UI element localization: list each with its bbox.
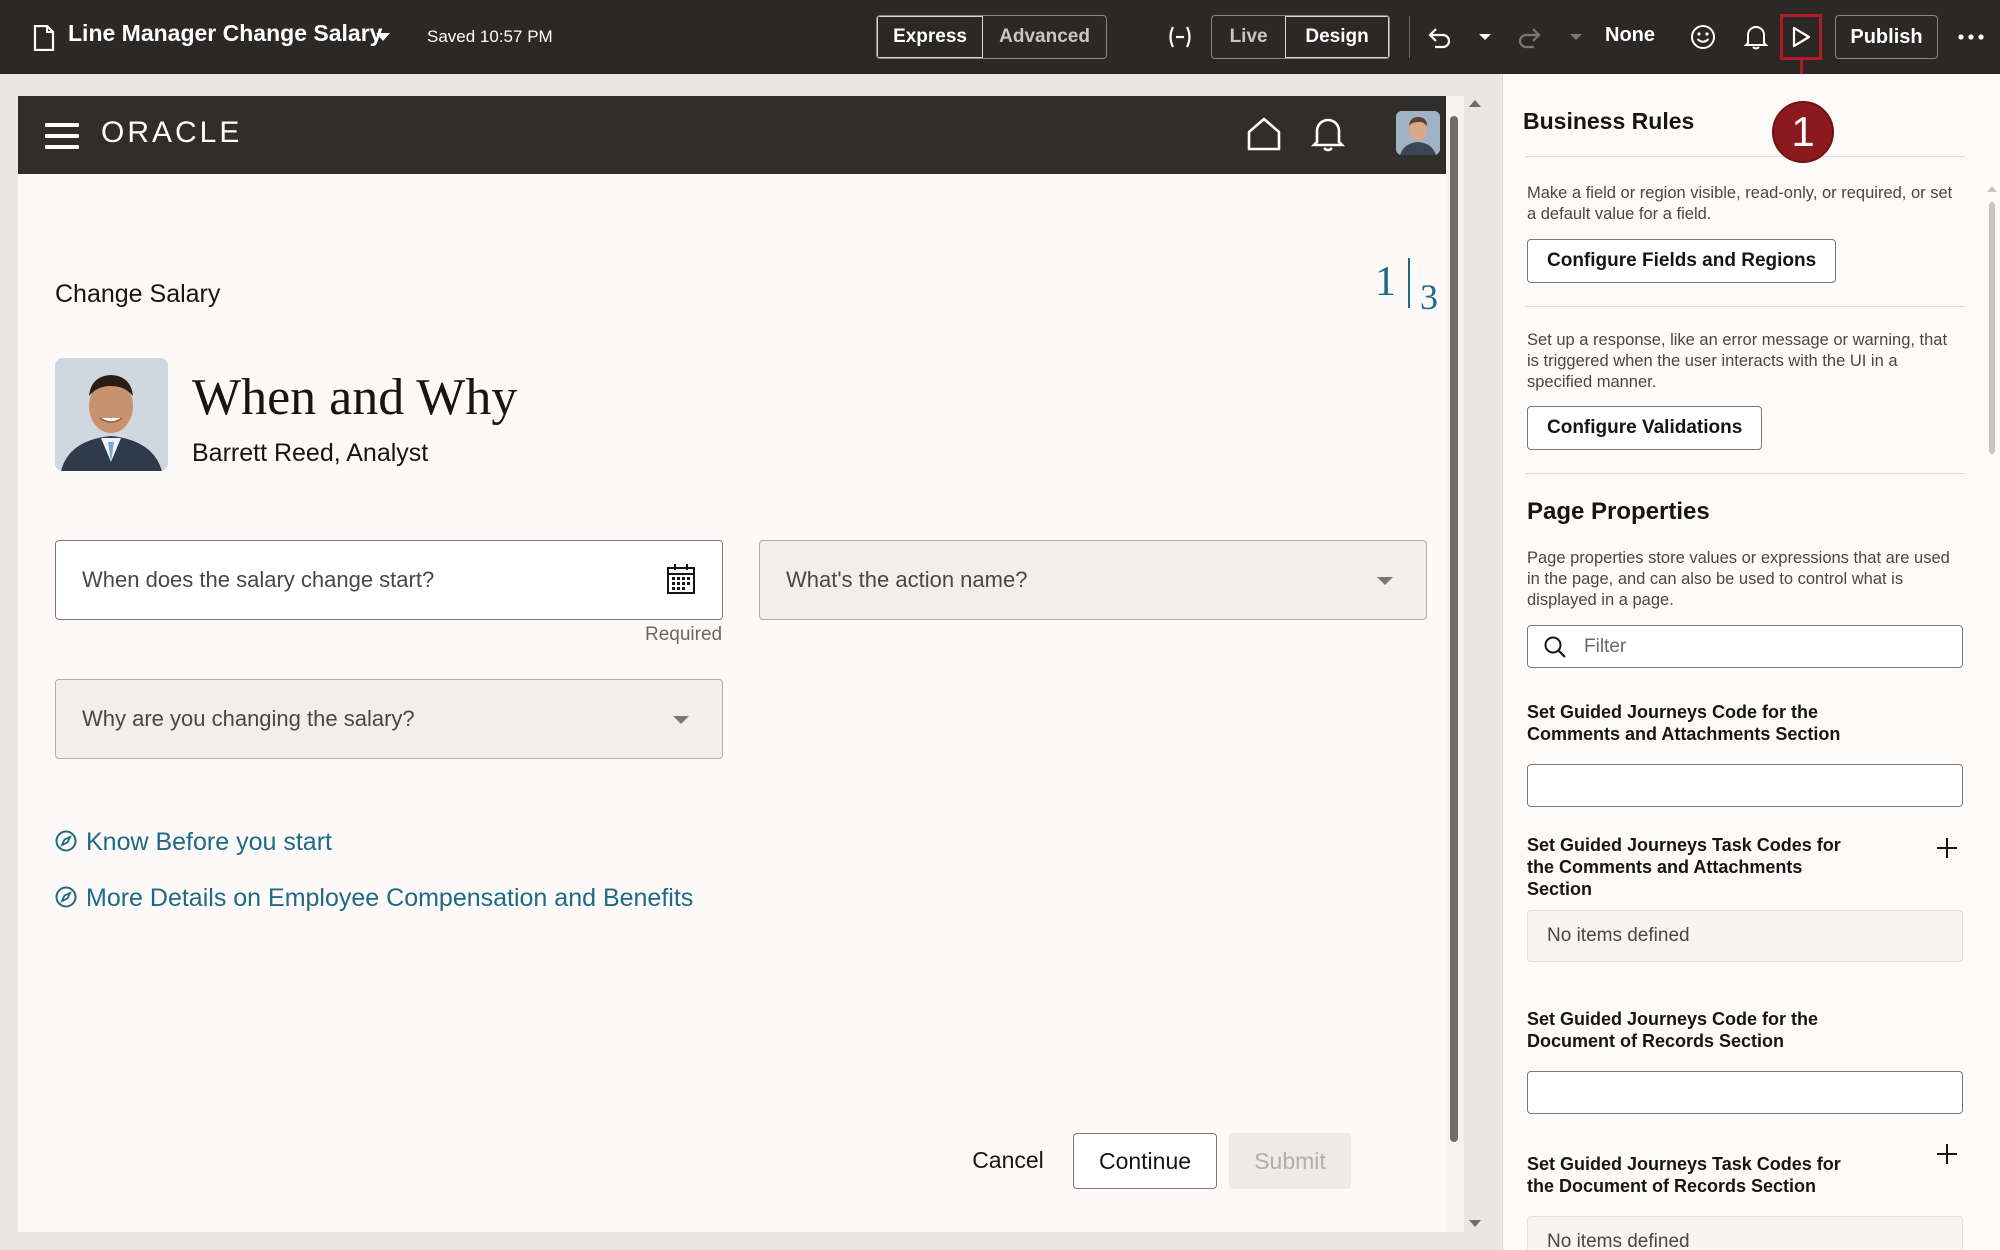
page-properties-description: Page properties store values or expressi… [1527,549,1950,609]
chevron-down-icon [1377,577,1393,585]
bell-icon[interactable] [1739,20,1773,54]
property-label: Set Guided Journeys Task Codes for the D… [1527,1154,1841,1196]
home-icon[interactable] [1244,114,1284,154]
property-label: Set Guided Journeys Task Codes for the C… [1527,835,1841,899]
file-icon [33,25,55,51]
smiley-icon[interactable] [1686,20,1720,54]
redo-icon[interactable] [1513,20,1547,54]
undo-icon[interactable] [1422,20,1456,54]
action-name-placeholder: What's the action name? [786,567,1028,592]
add-icon[interactable] [1935,1142,1959,1166]
employee-photo [55,358,168,471]
oracle-logo: ORACLE [101,116,243,149]
play-icon [1792,26,1811,48]
redo-menu-chevron-icon[interactable] [1570,34,1582,40]
add-icon[interactable] [1935,836,1959,860]
express-mode-button[interactable]: Express [877,16,984,58]
sandbox-selector[interactable]: None [1605,24,1655,47]
scroll-down-arrow-icon[interactable] [1469,1220,1481,1227]
configure-fields-regions-button[interactable]: Configure Fields and Regions [1527,239,1837,283]
app-title: Line Manager Change Salary [68,20,383,46]
properties-panel: Business Rules Make a field or region vi… [1502,74,2000,1250]
comments-attachments-task-codes-list: No items defined [1527,910,1963,962]
document-records-code-input[interactable] [1527,1071,1963,1114]
hamburger-menu-icon[interactable] [45,123,79,149]
saved-status: Saved 10:57 PM [427,27,553,46]
callout-marker: 1 [1772,101,1834,163]
compass-icon [55,886,77,907]
fields-regions-description: Make a field or region visible, read-onl… [1527,184,1953,223]
top-toolbar: Line Manager Change Salary Saved 10:57 P… [0,0,2000,74]
required-hint: Required [645,624,723,645]
page-title: Change Salary [55,280,221,308]
more-icon[interactable] [1954,20,1988,54]
section-heading: When and Why [192,369,518,426]
page-properties-title: Page Properties [1527,498,1710,525]
document-records-task-codes-list: No items defined [1527,1216,1963,1250]
filter-placeholder: Filter [1584,636,1627,657]
advanced-mode-button[interactable]: Advanced [983,16,1106,58]
scroll-up-arrow-icon[interactable] [1469,100,1481,107]
publish-button[interactable]: Publish [1835,15,1938,59]
change-reason-select[interactable]: Why are you changing the salary? [55,679,723,759]
mode-switch: Express Advanced [876,15,1107,59]
notifications-bell-icon[interactable] [1308,114,1348,154]
salary-start-date-placeholder: When does the salary change start? [82,567,435,592]
employee-name: Barrett Reed, Analyst [192,439,429,467]
panel-scrollbar[interactable] [1989,202,1995,454]
salary-start-date-field[interactable]: When does the salary change start? [55,540,723,620]
preview-scrollbar-thumb[interactable] [1450,116,1458,1142]
cancel-button[interactable]: Cancel [958,1133,1058,1187]
current-step: 1 [1375,259,1396,305]
page-preview: ORACLE Change Salary 1 3 When and Why Ba… [18,96,1464,1232]
expression-icon[interactable] [1163,20,1197,54]
user-avatar[interactable] [1396,111,1440,155]
chevron-down-icon[interactable] [376,33,390,41]
business-rules-title: Business Rules [1523,108,1695,134]
divider [1525,156,1965,157]
comments-attachments-code-input[interactable] [1527,764,1963,807]
step-divider [1408,258,1410,308]
property-filter-input[interactable]: Filter [1527,625,1963,668]
divider [1525,473,1965,474]
compensation-details-link[interactable]: More Details on Employee Compensation an… [55,884,693,913]
submit-button[interactable]: Submit [1229,1133,1351,1189]
compensation-details-label: More Details on Employee Compensation an… [86,884,694,912]
action-name-select[interactable]: What's the action name? [759,540,1427,620]
validations-description: Set up a response, like an error message… [1527,331,1948,391]
search-icon [1544,636,1566,658]
toolbar-divider [1409,16,1410,58]
preview-play-button[interactable] [1780,14,1822,60]
change-reason-placeholder: Why are you changing the salary? [82,706,415,731]
property-label: Set Guided Journeys Code for the Documen… [1527,1009,1819,1051]
know-before-you-start-label: Know Before you start [86,828,332,856]
live-view-button[interactable]: Live [1212,16,1285,58]
total-steps: 3 [1420,277,1438,317]
oracle-header: ORACLE [18,96,1464,174]
design-view-button[interactable]: Design [1285,16,1389,58]
property-label: Set Guided Journeys Code for the Comment… [1527,702,1841,744]
divider [1525,306,1965,307]
know-before-you-start-link[interactable]: Know Before you start [55,828,332,857]
panel-scroll-up-arrow-icon[interactable] [1987,186,1997,192]
configure-validations-button[interactable]: Configure Validations [1527,406,1763,450]
calendar-icon[interactable] [666,563,696,595]
continue-button[interactable]: Continue [1073,1133,1217,1189]
compass-icon [55,830,77,851]
chevron-down-icon [673,716,689,724]
undo-menu-chevron-icon[interactable] [1479,34,1491,40]
view-switch: Live Design [1211,15,1390,59]
